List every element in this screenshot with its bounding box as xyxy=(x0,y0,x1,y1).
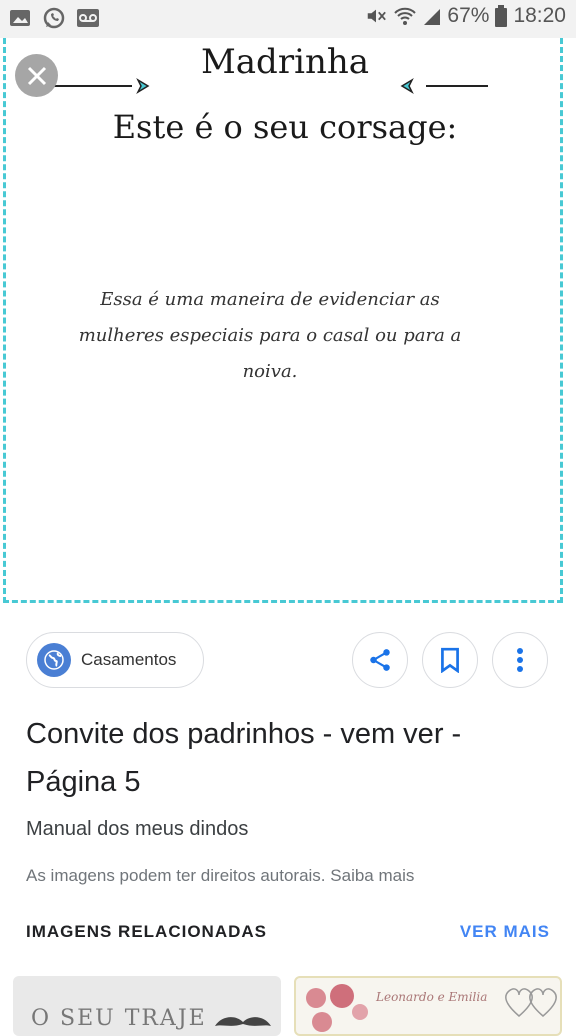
result-title[interactable]: Convite dos padrinhos - vem ver - Página… xyxy=(26,710,546,806)
wifi-icon xyxy=(394,7,417,25)
bookmark-icon xyxy=(441,647,459,673)
share-icon xyxy=(370,649,390,671)
signal-icon xyxy=(424,9,441,25)
related-images-header: IMAGENS RELACIONADAS xyxy=(26,922,268,941)
card-title: Madrinha xyxy=(200,42,370,82)
battery-percent: 67% xyxy=(447,4,490,27)
gallery-icon xyxy=(10,10,30,26)
battery-icon xyxy=(495,5,508,27)
close-icon xyxy=(27,66,46,85)
card-body-text: Essa é uma maneira de evidenciar as mulh… xyxy=(78,289,462,382)
share-button[interactable] xyxy=(352,632,408,688)
copyright-text: As imagens podem ter direitos autorais. xyxy=(26,866,326,885)
status-bar: 67% 18:20 xyxy=(0,0,576,38)
whatsapp-icon xyxy=(43,7,65,29)
left-ornament xyxy=(42,78,150,94)
mute-icon xyxy=(368,9,387,23)
action-row: Casamentos xyxy=(0,632,576,692)
save-button[interactable] xyxy=(422,632,478,688)
card-subtitle: Este é o seu corsage: xyxy=(112,108,458,146)
related-thumbnail[interactable]: O SEU TRAJE xyxy=(13,976,281,1036)
related-thumbnail[interactable]: Leonardo e Emilia xyxy=(294,976,562,1036)
thumbnail-text: Leonardo e Emilia xyxy=(376,990,488,1004)
clock: 18:20 xyxy=(513,4,566,27)
thumbnail-text: O SEU TRAJE xyxy=(31,1006,207,1031)
more-options-button[interactable] xyxy=(492,632,548,688)
source-label: Casamentos xyxy=(81,650,177,669)
learn-more-link[interactable]: Saiba mais xyxy=(330,866,414,885)
hearts-image xyxy=(505,988,557,1017)
source-chip[interactable]: Casamentos xyxy=(26,632,204,688)
mustache-image xyxy=(215,1017,271,1026)
copyright-notice: As imagens podem ter direitos autorais. … xyxy=(26,866,414,886)
voicemail-icon xyxy=(77,9,99,27)
globe-icon xyxy=(37,643,71,677)
more-icon xyxy=(517,648,523,672)
close-button[interactable] xyxy=(15,54,58,97)
see-more-link[interactable]: VER MAIS xyxy=(460,922,550,942)
result-site: Manual dos meus dindos xyxy=(26,818,249,840)
flowers-image xyxy=(306,984,368,1032)
